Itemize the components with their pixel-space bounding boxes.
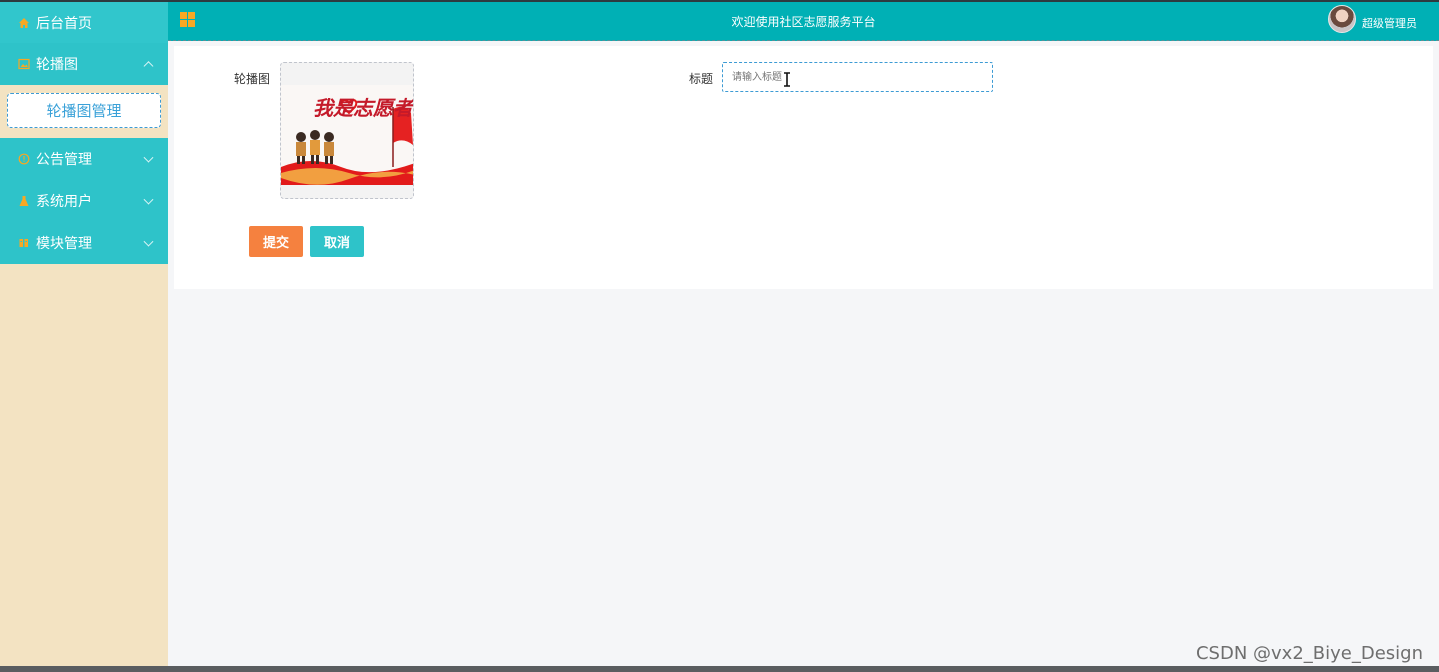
chevron-down-icon [144, 153, 154, 163]
carousel-label: 轮播图 [234, 70, 270, 87]
sidebar-item-announcements[interactable]: 公告管理 [0, 138, 168, 180]
sidebar-item-label: 后台首页 [36, 13, 92, 33]
sidebar-item-label: 模块管理 [36, 233, 92, 253]
carousel-image-upload[interactable]: 我是志愿者 [280, 62, 414, 199]
sidebar-item-system-users[interactable]: 系统用户 [0, 180, 168, 222]
title-label: 标题 [689, 70, 713, 87]
chevron-down-icon [144, 237, 154, 247]
watermark: CSDN @vx2_Biye_Design [1196, 643, 1423, 664]
title-input[interactable] [722, 62, 993, 92]
sidebar-item-label: 公告管理 [36, 149, 92, 169]
submenu-item-carousel-management[interactable]: 轮播图管理 [7, 93, 161, 128]
submenu: 轮播图管理 [0, 85, 168, 138]
image-icon [17, 57, 31, 71]
chevron-down-icon [144, 195, 154, 205]
sidebar-item-modules[interactable]: 模块管理 [0, 222, 168, 264]
info-circle-icon [17, 152, 31, 166]
sidebar-item-label: 系统用户 [36, 191, 92, 211]
carousel-image-text: 我是志愿者 [313, 96, 414, 120]
bottom-bar [0, 666, 1439, 672]
user-icon [17, 194, 31, 208]
header-title: 欢迎使用社区志愿服务平台 [168, 13, 1439, 30]
avatar[interactable] [1328, 5, 1356, 33]
sidebar-item-home[interactable]: 后台首页 [0, 2, 168, 43]
home-icon [17, 16, 31, 30]
top-header: 欢迎使用社区志愿服务平台 超级管理员 [168, 2, 1439, 41]
carousel-image: 我是志愿者 [281, 63, 414, 199]
sidebar: 后台首页 轮播图 轮播图管理 公告管理 系统用户 模块管理 [0, 2, 168, 666]
admin-name[interactable]: 超级管理员 [1362, 15, 1417, 31]
sidebar-item-carousel[interactable]: 轮播图 [0, 43, 168, 85]
submit-button[interactable]: 提交 [249, 226, 303, 257]
sidebar-item-label: 轮播图 [36, 54, 78, 74]
text-cursor-icon [783, 72, 791, 87]
module-icon [17, 236, 31, 250]
cancel-button[interactable]: 取消 [310, 226, 364, 257]
chevron-up-icon [144, 61, 154, 71]
